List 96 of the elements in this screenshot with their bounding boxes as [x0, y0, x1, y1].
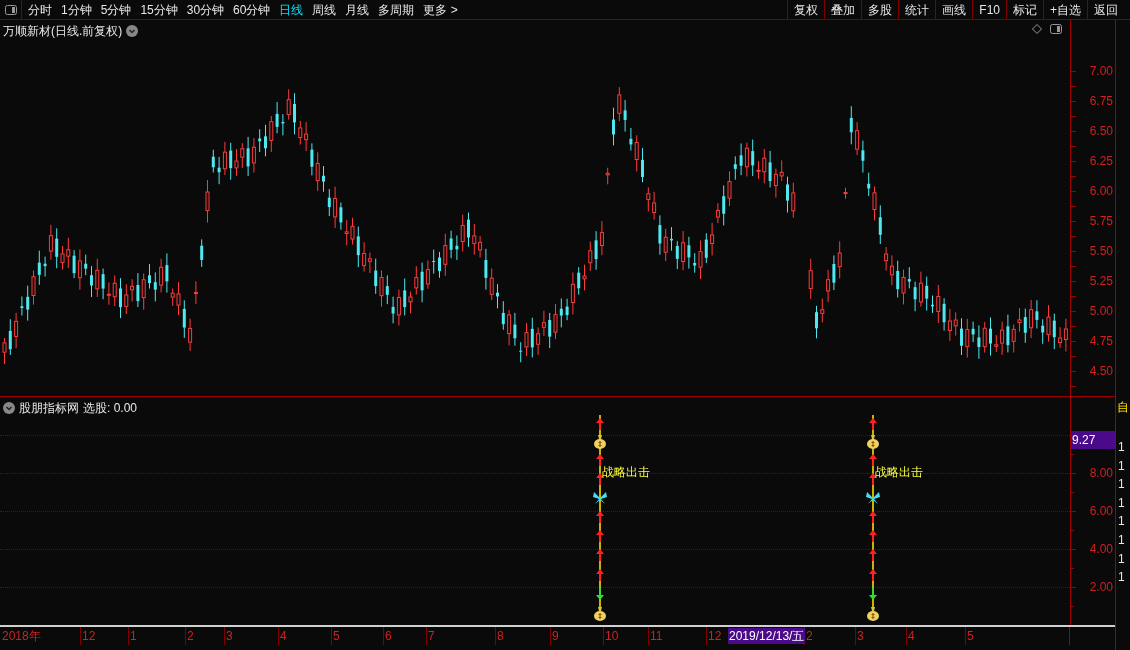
date-label: 8 — [497, 629, 504, 643]
period-tab[interactable]: 多周期 — [378, 0, 415, 19]
price-label: 5.75 — [1089, 214, 1113, 228]
date-label: 6 — [385, 629, 392, 643]
diamond-icon[interactable] — [1032, 24, 1042, 34]
up-arrow-icon — [869, 511, 877, 523]
up-arrow-icon — [869, 454, 877, 466]
date-label: 7 — [428, 629, 435, 643]
up-arrow-icon — [596, 549, 604, 561]
period-tab[interactable]: 15分钟 — [140, 0, 178, 19]
toolbar-button[interactable]: 统计 — [898, 0, 936, 19]
date-label: 10 — [605, 629, 619, 643]
toolbar-button[interactable]: 复权 — [787, 0, 825, 19]
money-bag-icon — [867, 435, 879, 449]
date-label: 2 — [187, 629, 194, 643]
up-arrow-icon — [869, 569, 877, 581]
date-label: 2018年 — [2, 629, 41, 643]
period-tab[interactable]: 1分钟 — [61, 0, 92, 19]
price-label: 7.00 — [1089, 64, 1113, 78]
toolbar-button[interactable]: 标记 — [1006, 0, 1043, 19]
toolbar-button[interactable]: 多股 — [861, 0, 899, 19]
panel-toggle-icon[interactable] — [4, 4, 17, 15]
date-label: 1 — [130, 629, 137, 643]
up-arrow-icon — [869, 473, 877, 485]
indicator-name: 股朋指标网 — [19, 400, 79, 417]
date-label: 5 — [967, 629, 974, 643]
down-arrow-icon — [596, 588, 604, 600]
strip-value: 1 — [1118, 533, 1125, 547]
price-label: 6.25 — [1089, 154, 1113, 168]
toolbar-button[interactable]: 叠加 — [824, 0, 862, 19]
strip-value: 1 — [1118, 440, 1125, 454]
value-label: 2.00 — [1089, 580, 1113, 594]
date-label: 9 — [552, 629, 559, 643]
up-arrow-icon — [596, 569, 604, 581]
price-label: 5.00 — [1089, 304, 1113, 318]
date-label: 11 — [650, 629, 663, 643]
down-arrow-icon — [869, 588, 877, 600]
date-label: 4 — [908, 629, 915, 643]
price-label: 4.50 — [1089, 364, 1113, 378]
chevron-down-icon[interactable] — [126, 25, 139, 37]
panel-toggle-icon[interactable] — [1050, 24, 1062, 34]
money-bag-icon — [594, 607, 606, 621]
value-label: 4.00 — [1089, 542, 1113, 556]
date-label: 5 — [333, 629, 340, 643]
price-label: 4.75 — [1089, 334, 1113, 348]
date-label: 2 — [806, 629, 813, 643]
toolbar-button[interactable]: 画线 — [935, 0, 973, 19]
price-label: 6.00 — [1089, 184, 1113, 198]
strip-value: 1 — [1118, 570, 1125, 585]
date-label: 12 — [708, 629, 722, 643]
strip-value: 1 — [1118, 495, 1125, 510]
period-tab[interactable]: 月线 — [345, 0, 370, 19]
chevron-down-icon[interactable] — [3, 402, 15, 414]
period-tab[interactable]: 60分钟 — [233, 0, 271, 19]
value-label: 8.00 — [1089, 466, 1113, 480]
date-label: 3 — [857, 629, 864, 643]
date-label: 4 — [280, 629, 287, 643]
signal-label: 战略出击 — [602, 465, 650, 479]
period-tab[interactable]: 5分钟 — [100, 0, 132, 19]
up-arrow-icon — [869, 530, 877, 542]
toolbar-button[interactable]: 返回 — [1087, 0, 1124, 19]
cursor-date-label: 2019/12/13/五 — [728, 628, 806, 644]
strip-header: 自 — [1117, 400, 1129, 414]
indicator-value: 选股: 0.00 — [83, 400, 138, 417]
price-label: 6.50 — [1089, 124, 1113, 138]
signal-label: 战略出击 — [875, 465, 923, 479]
strip-value: 1 — [1118, 477, 1125, 492]
up-arrow-icon — [869, 549, 877, 561]
up-arrow-icon — [596, 418, 604, 430]
period-tab[interactable]: 周线 — [312, 0, 337, 19]
period-tab[interactable]: 分时 — [28, 0, 52, 19]
period-tab[interactable]: 更多 > — [423, 0, 458, 19]
price-label: 5.25 — [1089, 274, 1113, 288]
strip-value: 1 — [1118, 458, 1125, 473]
strip-value: 1 — [1118, 514, 1125, 529]
up-arrow-icon — [869, 418, 877, 430]
date-label: 3 — [226, 629, 233, 643]
up-arrow-icon — [596, 473, 604, 485]
current-value-badge: 9.27 — [1071, 431, 1115, 449]
money-bag-icon — [867, 607, 879, 621]
value-label: 6.00 — [1089, 504, 1113, 518]
butterfly-icon — [866, 492, 880, 504]
price-label: 6.75 — [1089, 94, 1113, 108]
chart-title: 万顺新材(日线.前复权) — [3, 23, 123, 40]
price-label: 5.50 — [1089, 244, 1113, 258]
money-bag-icon — [594, 435, 606, 449]
butterfly-icon — [593, 492, 607, 504]
period-tab[interactable]: 日线 — [279, 0, 304, 19]
period-tab[interactable]: 30分钟 — [186, 0, 225, 19]
up-arrow-icon — [596, 454, 604, 466]
up-arrow-icon — [596, 511, 604, 523]
up-arrow-icon — [596, 530, 604, 542]
strip-value: 1 — [1118, 551, 1125, 566]
date-label: 12 — [82, 629, 96, 643]
toolbar-button[interactable]: F10 — [972, 0, 1006, 19]
toolbar-button[interactable]: +自选 — [1043, 0, 1087, 19]
